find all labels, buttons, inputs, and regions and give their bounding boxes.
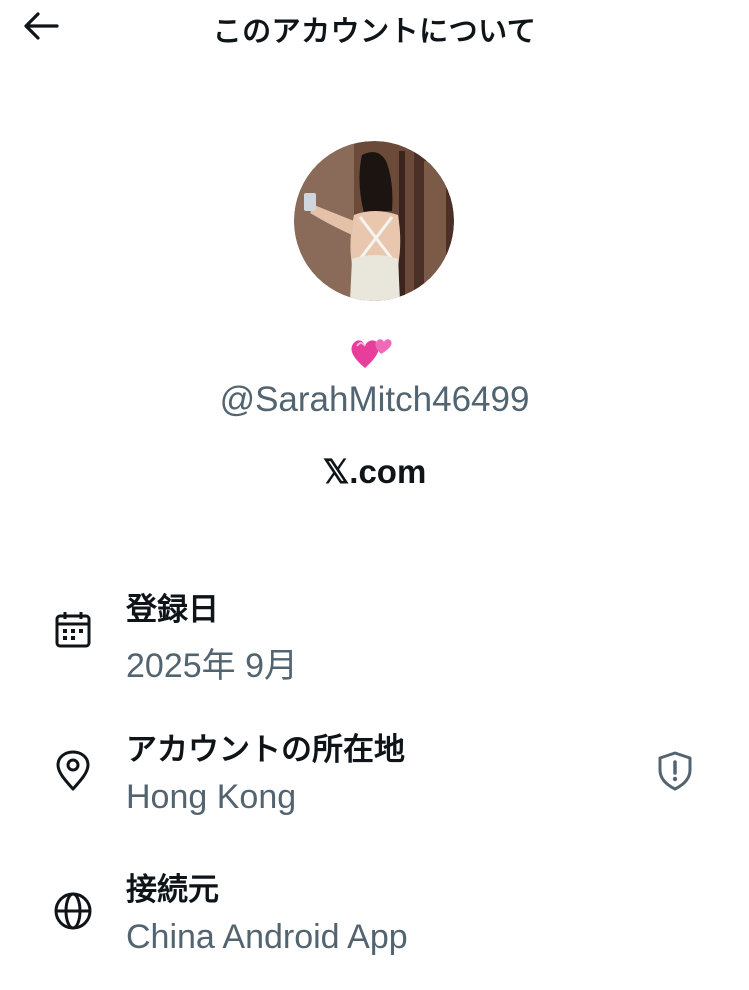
revolving-hearts-icon [349, 332, 395, 372]
header: このアカウントについて [0, 0, 749, 52]
profile-photo [294, 141, 454, 301]
username-handle: @SarahMitch46499 [219, 380, 530, 419]
detail-label: 接続元 [126, 872, 219, 908]
detail-row-location: アカウントの所在地 Hong Kong [0, 722, 749, 832]
detail-value: China Android App [126, 918, 408, 956]
avatar[interactable] [294, 141, 454, 301]
detail-value: Hong Kong [126, 778, 297, 816]
page-title: このアカウントについて [212, 14, 537, 48]
detail-row-joined: 登録日 2025年 9月 [0, 582, 749, 692]
detail-label: 登録日 [126, 592, 219, 628]
detail-label: アカウントの所在地 [126, 732, 405, 768]
globe-icon [52, 890, 94, 932]
shield-alert-icon[interactable] [654, 750, 696, 792]
detail-row-connected-via: 接続元 China Android App [0, 862, 749, 972]
calendar-icon [52, 609, 94, 651]
site-link[interactable]: 𝕏.com [0, 452, 749, 491]
detail-value: 2025年 9月 [126, 647, 298, 685]
location-pin-icon [52, 750, 94, 792]
